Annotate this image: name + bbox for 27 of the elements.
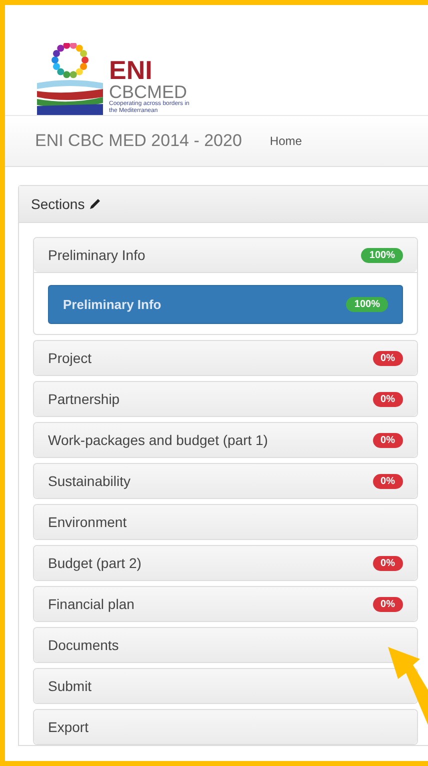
percent-badge: 0%: [372, 432, 403, 448]
percent-badge: 0%: [372, 350, 403, 366]
percent-badge: 0%: [372, 556, 403, 570]
section-link[interactable]: Preliminary Info 100%: [48, 285, 403, 324]
section-header[interactable]: Partnership 0%: [34, 382, 417, 416]
percent-badge: 0%: [372, 392, 403, 406]
nav-link[interactable]: Home: [270, 134, 302, 148]
section-header[interactable]: Submit: [34, 669, 417, 703]
percent-badge: 0%: [372, 474, 403, 488]
section-header[interactable]: Financial plan 0%: [34, 587, 417, 621]
percent-badge: 100%: [346, 297, 388, 312]
pencil-icon: [88, 198, 101, 210]
section-header[interactable]: Project 0%: [34, 341, 417, 375]
percent-badge: 0%: [372, 596, 403, 612]
section-header[interactable]: Sustainability 0%: [34, 464, 417, 498]
logo-subtitle: CBCMED: [109, 83, 188, 101]
section-header[interactable]: Export: [34, 710, 417, 744]
panel-title: Sections: [31, 196, 85, 212]
brand-title[interactable]: ENI CBC MED 2014 - 2020: [35, 131, 242, 151]
section-header[interactable]: Budget (part 2) 0%: [34, 546, 417, 580]
section-header[interactable]: Environment: [34, 505, 417, 539]
section-header[interactable]: Documents: [34, 628, 417, 662]
logo-icon: [35, 43, 105, 115]
logo-title: ENI: [109, 57, 154, 83]
section-header[interactable]: Work-packages and budget (part 1) 0%: [34, 423, 417, 457]
percent-badge: 100%: [361, 248, 403, 262]
section-header[interactable]: Preliminary Info 100%: [34, 238, 417, 272]
